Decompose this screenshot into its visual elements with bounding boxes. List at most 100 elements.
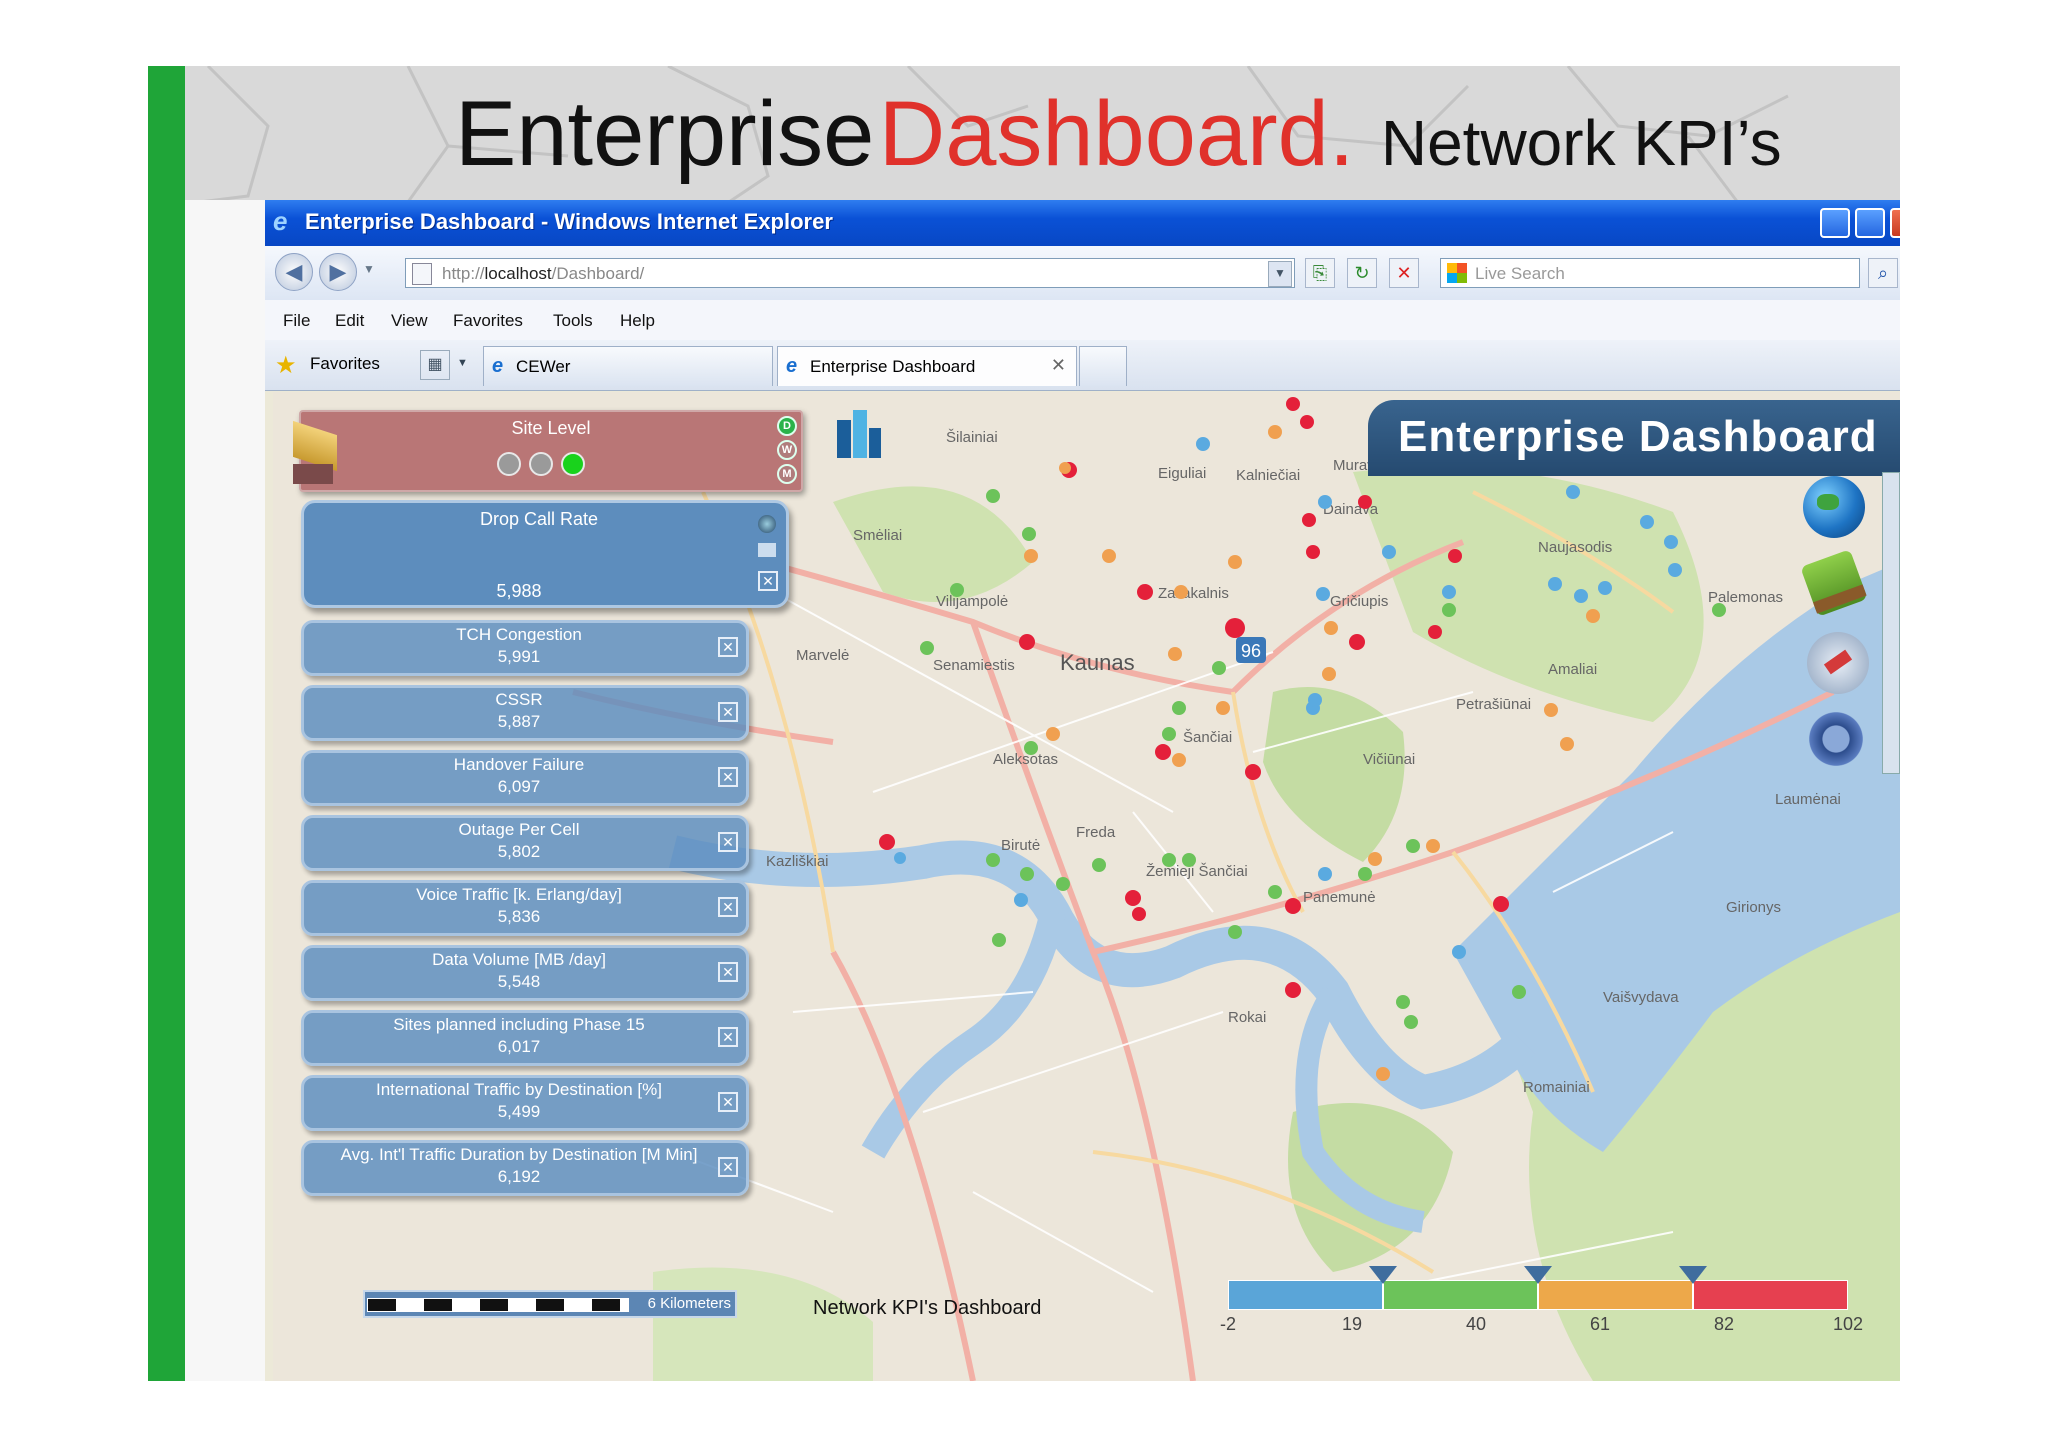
site-marker: [1358, 867, 1372, 881]
map-label: Marvelė: [796, 647, 849, 664]
url-dropdown-icon[interactable]: ▼: [1268, 261, 1292, 287]
threshold-marker[interactable]: [1679, 1266, 1707, 1284]
kpi-data-volume[interactable]: Data Volume [MB /day] 5,548 ✕: [301, 945, 749, 1001]
map-label: Gričiupis: [1330, 593, 1388, 610]
tab-label: Enterprise Dashboard: [810, 357, 976, 376]
site-marker: [1382, 545, 1396, 559]
site-marker: [1324, 621, 1338, 635]
kpi-name: Data Volume [MB /day]: [432, 950, 606, 969]
legend-segment-orange: [1538, 1280, 1693, 1310]
tab-cewer[interactable]: e CEWer: [483, 346, 773, 386]
kpi-voice-traffic[interactable]: Voice Traffic [k. Erlang/day] 5,836 ✕: [301, 880, 749, 936]
settings-gear-icon[interactable]: [1805, 708, 1867, 770]
search-go-icon[interactable]: ⌕: [1868, 258, 1898, 288]
site-level-indicator[interactable]: [529, 452, 553, 476]
kpi-outage-per-cell[interactable]: Outage Per Cell 5,802 ✕: [301, 815, 749, 871]
site-marker: [1024, 741, 1038, 755]
map-label: Eiguliai: [1158, 465, 1206, 482]
history-dropdown-icon[interactable]: ▼: [363, 262, 375, 276]
scale-label: 6 Kilometers: [647, 1295, 731, 1312]
close-icon[interactable]: ✕: [758, 571, 778, 591]
page-icon: [412, 263, 432, 285]
minimize-button[interactable]: [1820, 208, 1850, 238]
forward-button[interactable]: ▶: [319, 253, 357, 291]
kpi-international-traffic[interactable]: International Traffic by Destination [%]…: [301, 1075, 749, 1131]
close-icon[interactable]: ✕: [718, 1092, 738, 1112]
kpi-sites-planned[interactable]: Sites planned including Phase 15 6,017 ✕: [301, 1010, 749, 1066]
map-area[interactable]: Kaunas Naujasodis Zaliakalnis Vilijampol…: [273, 392, 1900, 1381]
menu-view[interactable]: View: [391, 311, 428, 331]
site-level-label: Site Level: [511, 418, 591, 438]
close-icon[interactable]: ✕: [718, 832, 738, 852]
site-marker: [950, 583, 964, 597]
search-input[interactable]: Live Search: [1440, 258, 1860, 288]
site-marker: [1318, 495, 1332, 509]
close-icon[interactable]: ✕: [718, 897, 738, 917]
monthly-toggle-button[interactable]: M: [777, 464, 797, 484]
close-icon[interactable]: ✕: [718, 1027, 738, 1047]
kpi-handover-failure[interactable]: Handover Failure 6,097 ✕: [301, 750, 749, 806]
stop-icon[interactable]: ✕: [1389, 258, 1419, 288]
kpi-value: 5,991: [497, 647, 541, 666]
tab-enterprise-dashboard[interactable]: e Enterprise Dashboard ✕: [777, 346, 1077, 386]
site-marker: [1442, 585, 1456, 599]
site-marker: [1268, 885, 1282, 899]
bar-chart-icon[interactable]: [833, 406, 883, 458]
site-marker: [1493, 896, 1509, 912]
kpi-drop-call-rate[interactable]: Drop Call Rate 5,988 ✕: [301, 500, 789, 608]
kpi-avg-intl-traffic-duration[interactable]: Avg. Int'l Traffic Duration by Destinati…: [301, 1140, 749, 1196]
site-level-indicator[interactable]: [561, 452, 585, 476]
url-input[interactable]: http://localhost/Dashboard/ ▼: [405, 258, 1295, 288]
close-icon[interactable]: ✕: [718, 962, 738, 982]
right-scroll-rail[interactable]: [1882, 472, 1900, 774]
layer-small-icon[interactable]: [758, 543, 776, 557]
accent-bar: [148, 66, 185, 1381]
daily-toggle-button[interactable]: D: [777, 416, 797, 436]
close-icon[interactable]: ✕: [718, 767, 738, 787]
menu-favorites[interactable]: Favorites: [453, 311, 523, 331]
url-text: http://localhost/Dashboard/: [442, 264, 645, 283]
threshold-marker[interactable]: [1524, 1266, 1552, 1284]
site-marker: [1376, 1067, 1390, 1081]
favorites-button[interactable]: Favorites: [310, 354, 380, 374]
new-tab-button[interactable]: [1079, 346, 1127, 386]
site-marker: [1059, 462, 1071, 474]
close-icon[interactable]: ✕: [718, 637, 738, 657]
compat-view-icon[interactable]: ⎘: [1305, 258, 1335, 288]
refresh-icon[interactable]: ↻: [1347, 258, 1377, 288]
kpi-name: Avg. Int'l Traffic Duration by Destinati…: [340, 1145, 698, 1164]
site-marker: [1125, 890, 1141, 906]
weekly-toggle-button[interactable]: W: [777, 440, 797, 460]
site-marker: [1137, 584, 1153, 600]
site-level-indicator[interactable]: [497, 452, 521, 476]
close-icon[interactable]: ✕: [718, 1157, 738, 1177]
site-marker: [1664, 535, 1678, 549]
close-window-button[interactable]: [1890, 208, 1900, 238]
tab-list-dropdown-icon[interactable]: ▼: [457, 357, 468, 369]
kpi-cssr[interactable]: CSSR 5,887 ✕: [301, 685, 749, 741]
site-marker: [1162, 727, 1176, 741]
quick-tabs-icon[interactable]: ▦: [420, 350, 450, 380]
site-marker: [1022, 527, 1036, 541]
globe-icon[interactable]: [1803, 476, 1865, 538]
legend-segment-blue: [1228, 1280, 1383, 1310]
menu-file[interactable]: File: [283, 311, 310, 331]
close-icon[interactable]: ✕: [718, 702, 738, 722]
menu-tools[interactable]: Tools: [553, 311, 593, 331]
legend-tick: 19: [1341, 1314, 1363, 1334]
kpi-tch-congestion[interactable]: TCH Congestion 5,991 ✕: [301, 620, 749, 676]
legend-tick: 82: [1713, 1314, 1735, 1334]
threshold-marker[interactable]: [1369, 1266, 1397, 1284]
compass-icon[interactable]: [1807, 632, 1869, 694]
ie-logo-icon: e: [273, 206, 288, 236]
window-titlebar[interactable]: e Enterprise Dashboard - Windows Interne…: [265, 200, 1900, 246]
menu-edit[interactable]: Edit: [335, 311, 364, 331]
tab-close-icon[interactable]: ✕: [1051, 355, 1066, 376]
kpi-name: CSSR: [495, 690, 543, 709]
site-marker: [1019, 634, 1035, 650]
back-button[interactable]: ◀: [275, 253, 313, 291]
globe-small-icon[interactable]: [758, 515, 776, 533]
menu-help[interactable]: Help: [620, 311, 655, 331]
legend-tick: 40: [1465, 1314, 1487, 1334]
maximize-button[interactable]: [1855, 208, 1885, 238]
